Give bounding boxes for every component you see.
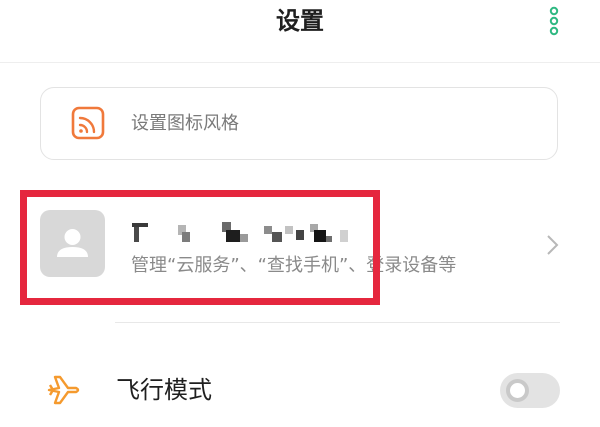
header-divider — [0, 62, 600, 63]
airplane-icon — [47, 375, 80, 405]
more-vertical-icon[interactable] — [546, 6, 562, 36]
airplane-mode-toggle[interactable] — [500, 373, 560, 408]
chevron-right-icon[interactable] — [545, 233, 561, 257]
row-divider — [115, 322, 560, 323]
person-icon — [57, 229, 88, 257]
airplane-mode-label: 飞行模式 — [116, 376, 212, 404]
redacted-account-name — [132, 222, 348, 242]
avatar[interactable] — [40, 210, 105, 277]
icon-style-card[interactable] — [40, 87, 558, 160]
icon-style-card-label: 设置图标风格 — [131, 113, 239, 134]
icon-style-icon — [71, 106, 105, 140]
account-subtitle: 管理“云服务”、“查找手机”、登录设备等 — [131, 255, 457, 276]
toggle-knob — [506, 379, 529, 402]
page-title: 设置 — [276, 7, 324, 35]
